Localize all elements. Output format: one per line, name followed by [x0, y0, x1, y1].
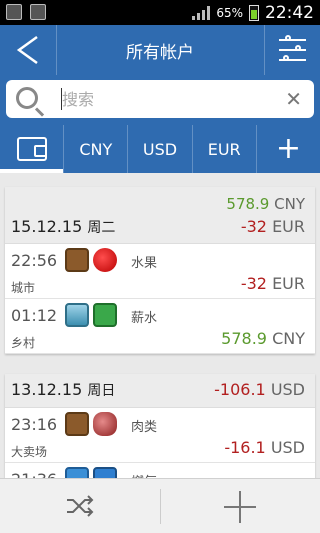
- transaction-time: 23:16: [11, 415, 58, 434]
- transaction-category: 燃气: [131, 471, 157, 478]
- slider-knob-icon: [285, 35, 291, 41]
- battery-icon: [249, 5, 259, 21]
- day-header: 13.12.15 周日 -106.1 USD: [5, 374, 315, 408]
- bottom-toolbar: [0, 478, 320, 533]
- shuffle-icon[interactable]: [66, 495, 94, 517]
- wallet-icon: [16, 137, 47, 161]
- day-group: 578.9 CNY 15.12.15 周二 -32 EUR 22:56 水果 城…: [5, 187, 315, 354]
- transaction-category: 薪水: [131, 311, 158, 326]
- group-total: 578.9 CNY: [226, 195, 305, 213]
- search-input[interactable]: [62, 87, 272, 111]
- meat-icon: [93, 412, 117, 436]
- day-header: 578.9 CNY 15.12.15 周二 -32 EUR: [5, 187, 315, 244]
- transaction-row[interactable]: 01:12 薪水 乡村 578.9 CNY: [5, 299, 315, 354]
- page-title: 所有帐户: [126, 43, 194, 63]
- transaction-place: 大卖场: [11, 445, 48, 459]
- jar-account-icon: [65, 303, 89, 327]
- transaction-row[interactable]: 22:56 水果 城市 -32 EUR: [5, 244, 315, 299]
- signal-icon: [192, 6, 211, 20]
- day-date: 13.12.15 周日: [11, 380, 116, 399]
- gallery-notification-icon: [6, 4, 22, 20]
- tab-usd[interactable]: USD: [128, 125, 193, 173]
- transaction-time: 22:56: [11, 251, 58, 270]
- toolbar-divider: [160, 489, 161, 524]
- transaction-time: 21:36: [11, 470, 57, 478]
- clear-icon[interactable]: ✕: [285, 87, 302, 111]
- back-arrow-icon: [16, 35, 38, 65]
- filter-menu-button[interactable]: [264, 25, 320, 75]
- add-transaction-button[interactable]: [222, 489, 258, 525]
- apple-icon: [93, 248, 117, 272]
- transaction-amount: 578.9 CNY: [221, 329, 305, 348]
- day-amount: -106.1 USD: [214, 380, 305, 399]
- transaction-place: 城市: [11, 281, 36, 295]
- tab-cny[interactable]: CNY: [64, 125, 129, 173]
- transaction-amount: -16.1 USD: [224, 438, 305, 457]
- tab-eur[interactable]: EUR: [193, 125, 257, 173]
- add-account-tab[interactable]: +: [257, 125, 320, 173]
- transaction-list: 578.9 CNY 15.12.15 周二 -32 EUR 22:56 水果 城…: [0, 173, 320, 478]
- transaction-place: 乡村: [11, 336, 36, 350]
- wallet-account-icon: [65, 248, 89, 272]
- transaction-row[interactable]: 21:36 燃气: [5, 463, 315, 478]
- slider-knob-icon: [295, 45, 301, 51]
- day-amount: -32 EUR: [240, 217, 305, 236]
- status-bar: 65% 22:42: [0, 0, 320, 25]
- transaction-category: 肉类: [131, 420, 158, 435]
- transaction-amount: -32 EUR: [240, 274, 305, 293]
- search-box[interactable]: ✕: [6, 80, 314, 118]
- money-icon: [93, 303, 117, 327]
- wallet-account-icon: [65, 412, 89, 436]
- tab-all-accounts[interactable]: [0, 125, 65, 173]
- plus-icon: +: [275, 131, 301, 166]
- slider-knob-icon: [283, 55, 289, 61]
- transaction-category: 水果: [131, 256, 158, 271]
- transaction-time: 01:12: [11, 306, 58, 325]
- day-date: 15.12.15 周二: [11, 217, 116, 236]
- currency-tabs: CNY USD EUR +: [0, 125, 320, 173]
- search-icon: [16, 87, 38, 109]
- gas-pump-icon: [93, 467, 117, 478]
- day-group: 13.12.15 周日 -106.1 USD 23:16 肉类 大卖场 -16.…: [5, 374, 315, 478]
- search-bar: ✕: [0, 75, 320, 125]
- back-button[interactable]: [0, 25, 56, 75]
- store-notification-icon: [30, 4, 46, 20]
- app-header: 所有帐户: [0, 25, 320, 75]
- card-account-icon: [65, 467, 89, 478]
- clock: 22:42: [265, 3, 314, 23]
- battery-percent: 65%: [216, 6, 243, 20]
- transaction-row[interactable]: 23:16 肉类 大卖场 -16.1 USD: [5, 408, 315, 463]
